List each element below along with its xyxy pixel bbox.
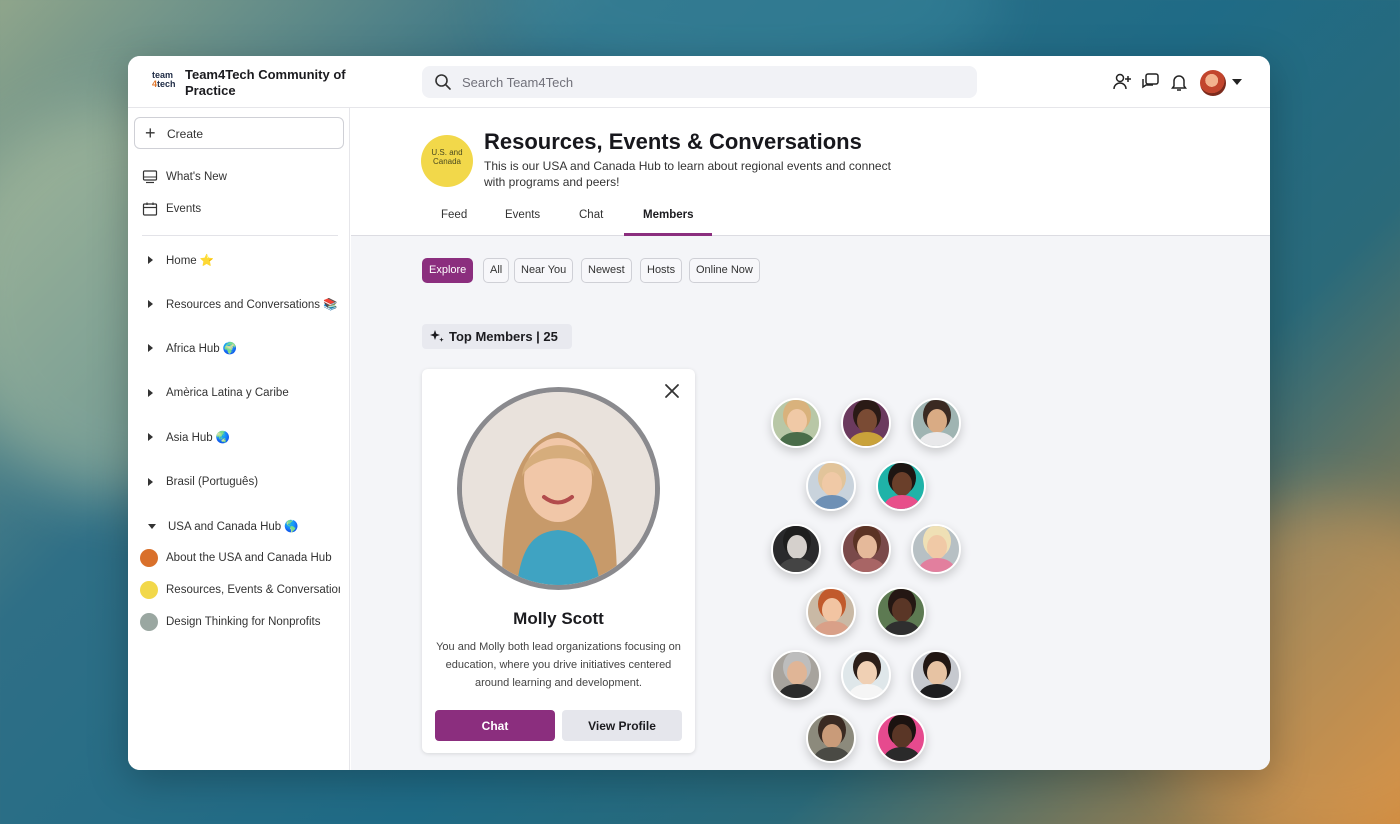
app-window: team 4tech Team4Tech Community of Practi… (128, 56, 1270, 770)
top-bar: team 4tech Team4Tech Community of Practi… (128, 56, 1270, 108)
member-avatar[interactable] (806, 713, 856, 763)
sidebar-subitem-label: Resources, Events & Conversations (166, 584, 340, 596)
hub-badge-icon (140, 581, 158, 599)
sidebar-group-label: Amèrica Latina y Caribe (166, 387, 289, 399)
sidebar-group-label: Asia Hub 🌏 (166, 432, 231, 444)
sidebar-item-label: What's New (166, 171, 227, 183)
sidebar-group-brasil[interactable]: Brasil (Português) (142, 472, 258, 492)
member-description: You and Molly both lead organizations fo… (436, 641, 681, 689)
view-profile-button[interactable]: View Profile (562, 710, 682, 741)
filter-near-you[interactable]: Near You (514, 258, 574, 283)
member-avatar[interactable] (911, 398, 961, 448)
sidebar-group-home[interactable]: Home ⭐ (142, 250, 214, 270)
portrait-image (462, 392, 655, 585)
tab-members[interactable]: Members (643, 209, 694, 221)
sidebar-group-label: Brasil (Português) (166, 476, 259, 488)
sidebar-subitem-design-thinking[interactable]: Design Thinking for Nonprofits (140, 611, 340, 633)
sidebar-group-label: Resources and Conversations 📚 (166, 299, 338, 311)
member-avatar[interactable] (771, 398, 821, 448)
chat-button[interactable]: Chat (435, 710, 555, 741)
logo-text-bottom: tech (157, 79, 176, 89)
sidebar-group-label: Africa Hub 🌍 (166, 343, 238, 355)
plus-icon: + (145, 123, 156, 143)
sidebar-group-asia-hub[interactable]: Asia Hub 🌏 (142, 427, 230, 447)
filter-newest[interactable]: Newest (581, 258, 632, 283)
search-bar[interactable] (422, 66, 977, 98)
page-title: Resources, Events & Conversations (484, 129, 862, 154)
member-avatar[interactable] (771, 650, 821, 700)
info-icon (140, 549, 158, 567)
member-avatar[interactable] (841, 650, 891, 700)
caret-right-icon (148, 344, 153, 352)
member-avatar[interactable] (876, 713, 926, 763)
sidebar-group-label: Home ⭐ (166, 255, 215, 267)
search-icon (435, 74, 451, 90)
caret-right-icon (148, 389, 153, 397)
sidebar-item-label: Events (166, 203, 202, 215)
member-avatar[interactable] (806, 587, 856, 637)
member-avatar[interactable] (911, 524, 961, 574)
tab-events[interactable]: Events (505, 209, 540, 221)
caret-down-icon (148, 523, 156, 529)
caret-right-icon (148, 300, 153, 308)
member-name: Molly Scott (513, 609, 604, 628)
sidebar-item-whats-new[interactable]: What's New (142, 167, 227, 187)
close-icon[interactable] (662, 381, 682, 401)
page-description: This is our USA and Canada Hub to learn … (484, 159, 891, 189)
member-avatar[interactable] (876, 587, 926, 637)
member-avatar[interactable] (841, 398, 891, 448)
sidebar-subitem-label: Design Thinking for Nonprofits (166, 616, 321, 628)
sparkle-icon (430, 330, 444, 342)
member-photo[interactable] (457, 387, 660, 590)
chevron-down-icon[interactable] (1232, 79, 1242, 85)
user-avatar[interactable] (1200, 70, 1226, 96)
laptop-icon (140, 613, 158, 631)
member-avatar[interactable] (771, 524, 821, 574)
member-avatar[interactable] (841, 524, 891, 574)
sidebar-subitem-resources[interactable]: Resources, Events & Conversations (140, 579, 340, 601)
sidebar-item-events[interactable]: Events (142, 199, 201, 219)
add-user-icon[interactable] (1112, 72, 1132, 92)
monitor-icon (142, 170, 158, 184)
top-members-header: Top Members | 25 (422, 324, 572, 349)
sidebar-group-label: USA and Canada Hub 🌎 (168, 521, 299, 533)
sidebar-subitem-label: About the USA and Canada Hub (166, 552, 332, 564)
member-profile-card: Molly Scott You and Molly both lead orga… (422, 369, 695, 753)
sidebar-group-usa-canada[interactable]: USA and Canada Hub 🌎 (142, 516, 299, 536)
search-input[interactable] (462, 66, 962, 98)
member-avatar[interactable] (876, 461, 926, 511)
hub-logo-text: U.S. and Canada (431, 148, 463, 166)
filter-all[interactable]: All (483, 258, 510, 283)
create-label: Create (167, 127, 204, 141)
sidebar-divider (142, 235, 338, 236)
create-button[interactable]: + Create (134, 117, 344, 149)
sidebar: + Create What's New Events Home ⭐ Resour… (128, 108, 350, 770)
tab-feed[interactable]: Feed (441, 209, 467, 221)
sidebar-group-resources[interactable]: Resources and Conversations 📚 (142, 294, 338, 314)
member-avatar[interactable] (806, 461, 856, 511)
filter-online-now[interactable]: Online Now (689, 258, 760, 283)
bell-icon[interactable] (1169, 72, 1189, 92)
calendar-icon (142, 202, 158, 216)
sidebar-group-america-latina[interactable]: Amèrica Latina y Caribe (142, 383, 289, 403)
top-members-label: Top Members | 25 (449, 329, 558, 344)
filter-explore[interactable]: Explore (422, 258, 474, 283)
caret-right-icon (148, 256, 153, 264)
filter-hosts[interactable]: Hosts (640, 258, 683, 283)
main-content: U.S. and Canada Resources, Events & Conv… (351, 108, 1270, 770)
hub-header: U.S. and Canada Resources, Events & Conv… (351, 108, 1270, 236)
sidebar-group-africa-hub[interactable]: Africa Hub 🌍 (142, 338, 237, 358)
team4tech-logo[interactable]: team 4tech (152, 71, 176, 89)
tab-chat[interactable]: Chat (579, 209, 603, 221)
caret-right-icon (148, 478, 153, 486)
hub-logo: U.S. and Canada (421, 135, 473, 187)
sidebar-subitem-about[interactable]: About the USA and Canada Hub (140, 547, 340, 569)
caret-right-icon (148, 433, 153, 441)
site-title[interactable]: Team4Tech Community of Practice (185, 67, 365, 99)
chat-bubbles-icon[interactable] (1140, 72, 1160, 92)
active-tab-indicator (624, 233, 712, 236)
member-avatar[interactable] (911, 650, 961, 700)
